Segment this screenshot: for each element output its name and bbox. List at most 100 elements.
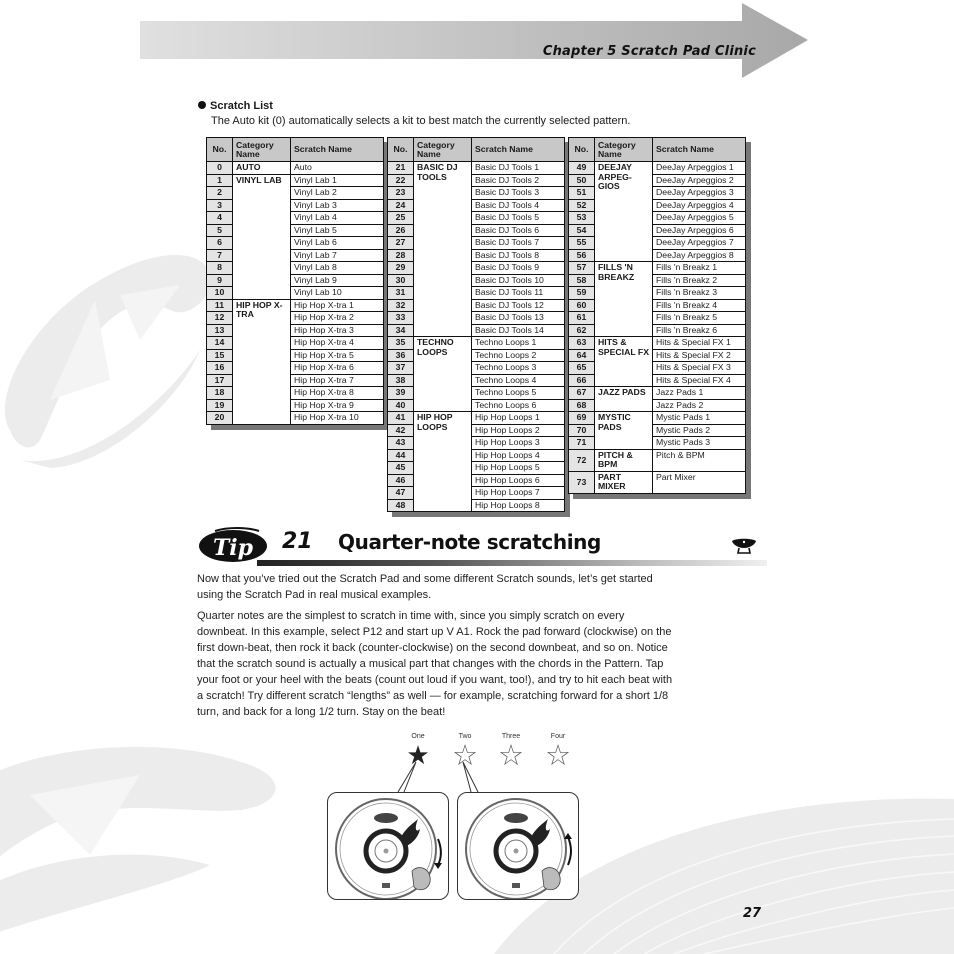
scratch-number: 20 bbox=[206, 411, 233, 425]
scratch-number: 7 bbox=[206, 248, 233, 262]
scratch-number: 68 bbox=[568, 398, 595, 412]
scratch-name: Vinyl Lab 3 bbox=[290, 198, 384, 212]
column-header-category: Category Name bbox=[594, 137, 653, 162]
beat-label: Two bbox=[458, 733, 472, 740]
background-disc-watermark-icon bbox=[0, 746, 276, 932]
scratch-number: 8 bbox=[206, 261, 233, 275]
beat-four: Four ★ bbox=[533, 733, 583, 768]
scratch-name: Hip Hop Loops 5 bbox=[471, 461, 565, 475]
tip-badge-icon: Tip bbox=[199, 527, 267, 562]
scratch-number: 43 bbox=[387, 436, 414, 450]
scratch-name: Hip Hop X-tra 2 bbox=[290, 311, 384, 325]
scratch-pad-disc-icon bbox=[335, 798, 442, 899]
scratch-number: 21 bbox=[387, 161, 414, 175]
scratch-number: 16 bbox=[206, 361, 233, 375]
scratch-name: Basic DJ Tools 4 bbox=[471, 198, 565, 212]
scratch-name: Techno Loops 3 bbox=[471, 361, 565, 375]
scratch-name: Hip Hop X-tra 3 bbox=[290, 323, 384, 337]
scratch-name: DeeJay Arpeggios 6 bbox=[652, 223, 746, 237]
scratch-name: Basic DJ Tools 7 bbox=[471, 236, 565, 250]
scratch-name: Part Mixer bbox=[652, 470, 746, 494]
scratch-number: 33 bbox=[387, 311, 414, 325]
category-name: JAZZ PADS bbox=[594, 386, 653, 412]
column-header-no: No. bbox=[387, 137, 414, 162]
column-header-category: Category Name bbox=[232, 137, 291, 162]
scratch-name: Vinyl Lab 10 bbox=[290, 286, 384, 300]
scratch-number: 44 bbox=[387, 448, 414, 462]
scratch-name: DeeJay Arpeggios 8 bbox=[652, 248, 746, 262]
scratch-name: Basic DJ Tools 5 bbox=[471, 211, 565, 225]
scratch-number: 40 bbox=[387, 398, 414, 412]
scratch-table-3: No. Category Name Scratch Name 49 DEEJAY ARP… bbox=[568, 137, 751, 499]
scratch-name: DeeJay Arpeggios 2 bbox=[652, 173, 746, 187]
scratch-number: 5 bbox=[206, 223, 233, 237]
scratch-name: Vinyl Lab 1 bbox=[290, 173, 384, 187]
scratch-number: 24 bbox=[387, 198, 414, 212]
scratch-number: 38 bbox=[387, 373, 414, 387]
scratch-name: DeeJay Arpeggios 7 bbox=[652, 236, 746, 250]
scratch-name: Vinyl Lab 2 bbox=[290, 186, 384, 200]
scratch-number: 30 bbox=[387, 273, 414, 287]
scratch-name: DeeJay Arpeggios 1 bbox=[652, 161, 746, 175]
beat-one: One ★ bbox=[393, 733, 443, 768]
scratch-number: 54 bbox=[568, 223, 595, 237]
scratch-number: 66 bbox=[568, 373, 595, 387]
scratch-name: Vinyl Lab 9 bbox=[290, 273, 384, 287]
scratch-name: Jazz Pads 2 bbox=[652, 398, 746, 412]
outline-star-icon: ★ bbox=[453, 740, 477, 770]
scratch-name: Vinyl Lab 5 bbox=[290, 223, 384, 237]
column-header-scratch-name: Scratch Name bbox=[652, 137, 746, 162]
scratch-number: 23 bbox=[387, 186, 414, 200]
scratch-number: 19 bbox=[206, 398, 233, 412]
scratch-table-1: No. Category Name Scratch Name 0 AUTO Auto 1 VI… bbox=[206, 137, 389, 430]
category-name: MYSTIC PADS bbox=[594, 411, 653, 450]
scratch-name: DeeJay Arpeggios 4 bbox=[652, 198, 746, 212]
scratch-name: Hip Hop X-tra 9 bbox=[290, 398, 384, 412]
scratch-name: DeeJay Arpeggios 5 bbox=[652, 211, 746, 225]
table-row: 11 HIP HOP X-TRA Hip Hop X-tra 1 bbox=[206, 298, 384, 425]
scratch-name: Basic DJ Tools 12 bbox=[471, 298, 565, 312]
scratch-name: Fills 'n Breakz 4 bbox=[652, 298, 746, 312]
section-heading-text: Scratch List bbox=[210, 100, 273, 112]
scratch-list-table: No. Category Name Scratch Name 0 AUTO Auto 1 VI… bbox=[206, 137, 384, 425]
scratch-name: Techno Loops 6 bbox=[471, 398, 565, 412]
column-header-no: No. bbox=[568, 137, 595, 162]
scratch-name: Techno Loops 1 bbox=[471, 336, 565, 350]
tip-rule-divider bbox=[257, 560, 767, 566]
column-header-category: Category Name bbox=[413, 137, 472, 162]
column-header-no: No. bbox=[206, 137, 233, 162]
scratch-number: 67 bbox=[568, 386, 595, 400]
tip-paragraph-1: Now that you’ve tried out the Scratch Pa… bbox=[197, 573, 653, 601]
table-row: 73 PART MIXER Part Mixer bbox=[568, 470, 746, 494]
category-name: HIP HOP LOOPS bbox=[413, 411, 472, 512]
scratch-name: Fills 'n Breakz 3 bbox=[652, 286, 746, 300]
table-row: 35 TECHNO LOOPS Techno Loops 1 bbox=[387, 336, 565, 412]
category-name: HIP HOP X-TRA bbox=[232, 298, 291, 425]
scratch-number: 55 bbox=[568, 236, 595, 250]
scratch-number: 9 bbox=[206, 273, 233, 287]
scratch-name: Fills 'n Breakz 5 bbox=[652, 311, 746, 325]
section-heading: Scratch List bbox=[198, 100, 273, 112]
scratch-number: 48 bbox=[387, 498, 414, 512]
scratch-number: 11 bbox=[206, 298, 233, 312]
scratch-number: 22 bbox=[387, 173, 414, 187]
scratch-number: 61 bbox=[568, 311, 595, 325]
scratch-number: 2 bbox=[206, 186, 233, 200]
outline-star-icon: ★ bbox=[499, 740, 523, 770]
scratch-name: Hip Hop X-tra 10 bbox=[290, 411, 384, 425]
scratch-name: Hip Hop X-tra 8 bbox=[290, 386, 384, 400]
tip-title: Quarter-note scratching bbox=[338, 530, 601, 554]
scratch-name: Basic DJ Tools 11 bbox=[471, 286, 565, 300]
scratch-number: 10 bbox=[206, 286, 233, 300]
tip-paragraph-2: Quarter notes are the simplest to scratc… bbox=[197, 610, 673, 718]
scratch-table-2: No. Category Name Scratch Name 21 BASIC DJ T… bbox=[387, 137, 570, 517]
scratch-number: 69 bbox=[568, 411, 595, 425]
scratch-number: 50 bbox=[568, 173, 595, 187]
scratch-name: Hip Hop X-tra 7 bbox=[290, 373, 384, 387]
scratch-number: 17 bbox=[206, 373, 233, 387]
scratch-number: 13 bbox=[206, 323, 233, 337]
category-name: FILLS 'N BREAKZ bbox=[594, 261, 653, 337]
category-name: DEEJAY ARPEG-GIOS bbox=[594, 161, 653, 262]
scratch-number: 70 bbox=[568, 423, 595, 437]
beat-label: Four bbox=[550, 733, 566, 740]
